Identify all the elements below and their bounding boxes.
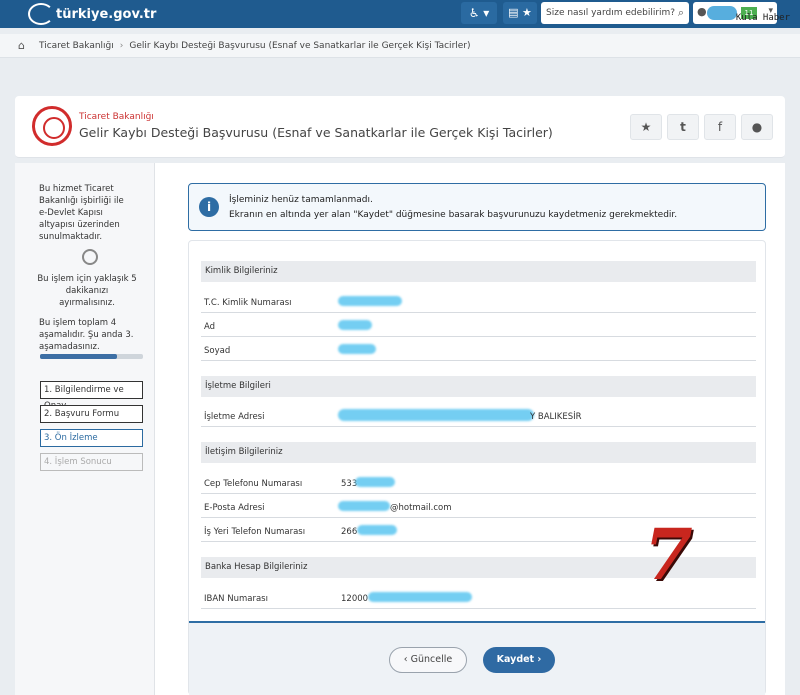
redacted-value [338,296,402,306]
comment-icon: ● [751,120,763,134]
redacted-value [368,592,472,602]
progress-bar [40,354,143,359]
field-label: İşletme Adresi [204,412,265,422]
step-4: 4. İşlem Sonucu [40,453,143,471]
form-row: Soyad [201,341,756,361]
breadcrumb-separator: › [119,40,124,51]
home-icon[interactable]: ⌂ [18,39,25,52]
feedback-button[interactable]: ● [741,114,773,140]
step-3[interactable]: 3. Ön İzleme [40,429,143,447]
field-label: IBAN Numarası [204,594,268,604]
sidebar: Bu hizmet Ticaret Bakanlığı işbirliği il… [15,163,155,695]
wheelchair-icon: ♿ ▾ [468,6,490,20]
breadcrumb-item: Gelir Kaybı Desteği Başvurusu (Esnaf ve … [129,40,471,51]
field-label: İş Yeri Telefon Numarası [204,527,306,537]
page-title: Gelir Kaybı Desteği Başvurusu (Esnaf ve … [79,125,553,140]
form-row: Cep Telefonu Numarası 533 [201,474,756,494]
progress-fill [40,354,118,359]
clock-icon [82,249,98,265]
redacted-value [357,525,397,535]
overlay-number: 7 [644,513,693,596]
field-label: Cep Telefonu Numarası [204,479,303,489]
progress-text: Bu işlem toplam 4 aşamalıdır. Şu anda 3.… [39,318,134,352]
time-estimate-text: Bu işlem için yaklaşık 5 dakikanızı ayır… [37,274,137,308]
user-icon: ● [697,5,707,18]
field-label: Soyad [204,346,231,356]
field-value: @hotmail.com [390,503,452,513]
breadcrumb: ⌂ Ticaret Bakanlığı › Gelir Kaybı Desteğ… [0,34,800,58]
section-header: İşletme Bilgileri [201,376,756,397]
facebook-share-button[interactable]: f [704,114,736,140]
step-1[interactable]: 1. Bilgilendirme ve Onay [40,381,143,411]
top-bar: türkiye.gov.tr ♿ ▾ ▤ ★ Size nasıl yardım… [0,0,800,28]
field-label: T.C. Kimlik Numarası [204,298,292,308]
redacted-value [338,344,376,354]
redacted-value [338,409,534,421]
search-input[interactable]: Size nasıl yardım edebilirim? ⌕ [541,2,689,24]
search-icon[interactable]: ⌕ [678,2,684,24]
field-value: Y BALIKESİR [530,412,582,422]
twitter-icon: t [680,120,686,134]
form-actions: ‹ Güncelle Kaydet › [189,621,765,695]
form-row: T.C. Kimlik Numarası [201,293,756,313]
form-row: Ad [201,317,756,337]
keyboard-icon: ▤ ★ [508,6,532,19]
chevron-left-icon: ‹ [403,654,411,665]
service-header: Ticaret Bakanlığı Gelir Kaybı Desteği Ba… [15,96,785,158]
redacted-value [338,501,390,511]
field-label: Ad [204,322,216,332]
ministry-seal-icon [32,106,72,146]
provider-text: Bu hizmet Ticaret Bakanlığı işbirliği il… [39,184,124,242]
form-row: İşletme Adresi Y BALIKESİR [201,407,756,427]
info-alert: i İşleminiz henüz tamamlanmadı. Ekranın … [188,183,766,231]
section-header: Kimlik Bilgileriniz [201,261,756,282]
watermark: Kula Haber [735,13,790,23]
user-name-redacted [707,6,737,20]
save-button-label: Kaydet [496,654,535,665]
logo-text: türkiye.gov.tr [56,6,157,22]
main-content: i İşleminiz henüz tamamlanmadı. Ekranın … [155,163,785,695]
step-2[interactable]: 2. Başvuru Formu [40,405,143,423]
chevron-right-icon: › [534,654,542,665]
field-label: E-Posta Adresi [204,503,265,513]
info-icon: i [199,197,219,217]
logo-mark-icon [28,3,54,25]
redacted-value [338,320,372,330]
facebook-icon: f [717,120,723,134]
star-icon: ★ [640,120,652,134]
ministry-name[interactable]: Ticaret Bakanlığı [79,112,154,122]
keyboard-button[interactable]: ▤ ★ [503,2,537,24]
update-button[interactable]: ‹ Güncelle [389,647,467,673]
section-header: İletişim Bilgileriniz [201,442,756,463]
turkiye-gov-logo[interactable]: türkiye.gov.tr [28,2,156,26]
alert-title: İşleminiz henüz tamamlanmadı. [229,195,373,205]
field-value: 12000 [341,594,369,604]
update-button-label: Güncelle [410,654,453,665]
redacted-value [355,477,395,487]
alert-text: Ekranın en altında yer alan "Kaydet" düğ… [229,210,678,220]
accessibility-button[interactable]: ♿ ▾ [461,2,497,24]
preview-form: Kimlik Bilgileriniz T.C. Kimlik Numarası… [188,240,766,695]
search-placeholder: Size nasıl yardım edebilirim? [546,8,676,18]
field-value: 266 [341,527,358,537]
twitter-share-button[interactable]: t [667,114,699,140]
save-button[interactable]: Kaydet › [483,647,555,673]
favorite-button[interactable]: ★ [630,114,662,140]
breadcrumb-item[interactable]: Ticaret Bakanlığı [39,41,114,51]
